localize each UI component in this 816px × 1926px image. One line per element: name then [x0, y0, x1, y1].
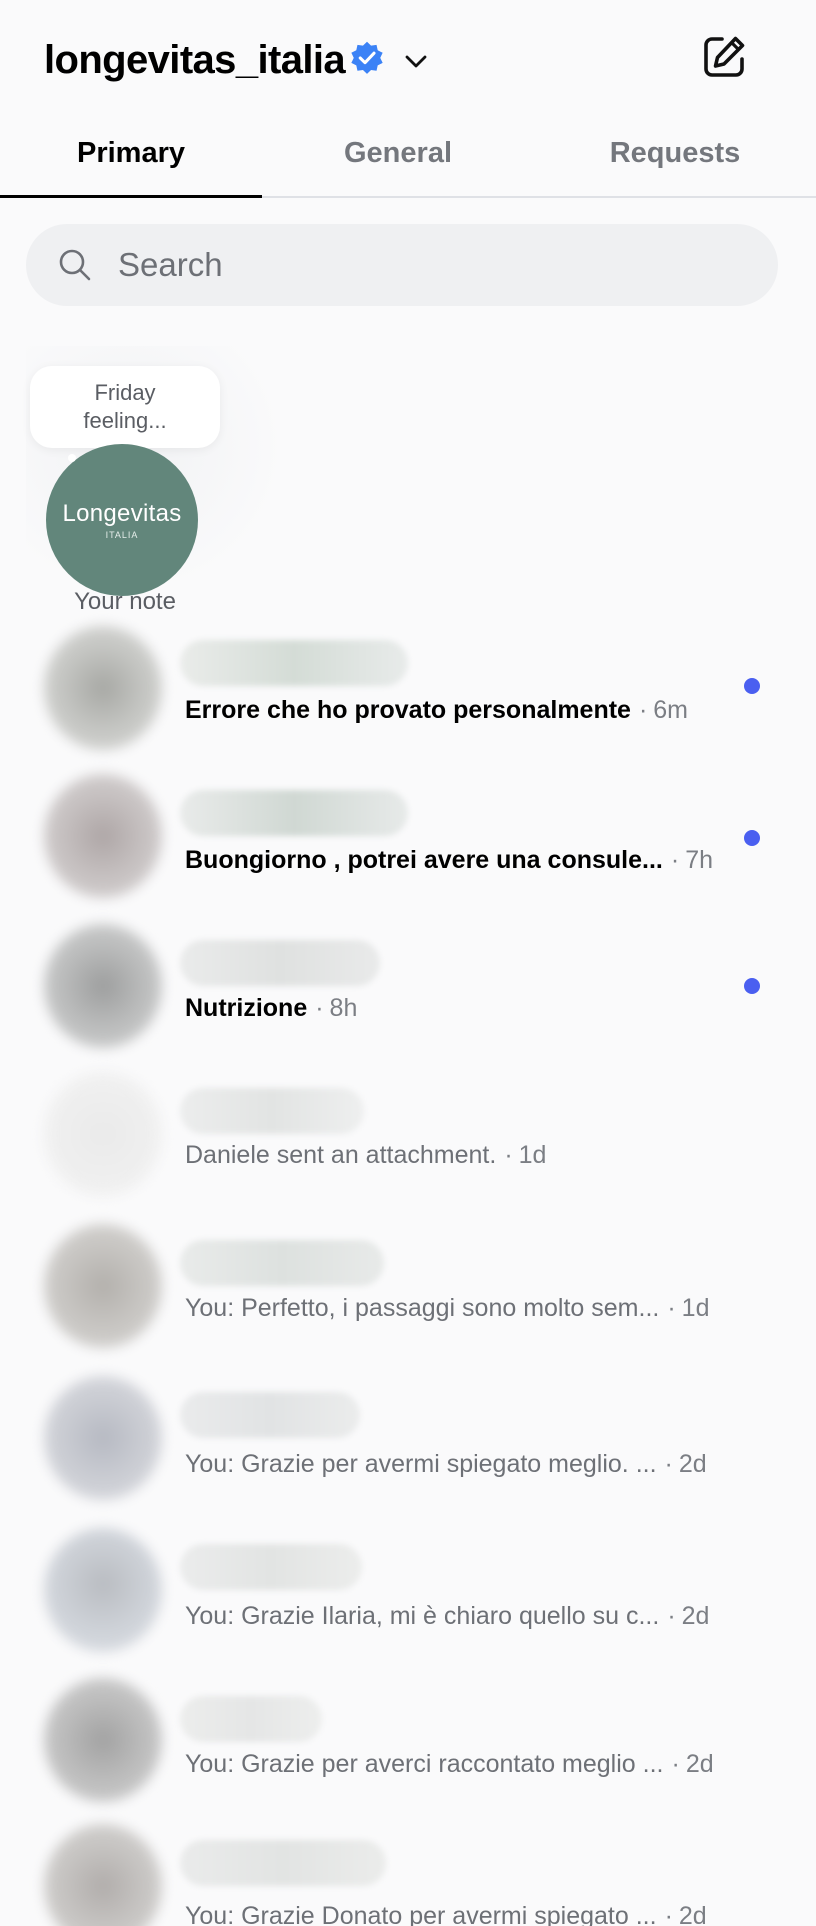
thread-preview: Daniele sent an attachment. · 1d [185, 1141, 547, 1169]
thread-time: 2d [685, 1750, 714, 1778]
redacted-name [180, 1696, 322, 1742]
thread-preview: Errore che ho provato personalmente · 6m [185, 696, 689, 724]
account-switcher[interactable]: longevitas_italia [44, 36, 429, 84]
verified-badge-icon [351, 41, 383, 74]
thread-time: 1d [518, 1141, 547, 1169]
thread-row[interactable]: Daniele sent an attachment. · 1d [0, 1072, 816, 1202]
your-note[interactable]: Friday feeling... Longevitas ITALIA Your… [26, 346, 286, 616]
note-bubble[interactable]: Friday feeling... [30, 366, 220, 448]
preview-text: You: Grazie Ilaria, mi è chiaro quello s… [185, 1602, 660, 1630]
note-tail-dot [68, 454, 76, 462]
thread-time: 8h [329, 994, 358, 1022]
thread-row[interactable]: You: Grazie Donato per avermi spiegato .… [0, 1824, 816, 1926]
search-bar[interactable] [26, 224, 778, 306]
avatar [44, 1376, 162, 1500]
thread-time: 2d [678, 1450, 707, 1478]
avatar [44, 626, 162, 750]
header: longevitas_italia [0, 0, 816, 110]
thread-time: 1d [681, 1294, 710, 1322]
avatar [44, 1072, 162, 1196]
avatar [44, 774, 162, 898]
redacted-name [180, 790, 408, 836]
inbox-screen: longevitas_italia Primary General Reques… [0, 0, 816, 1926]
thread-row[interactable]: Errore che ho provato personalmente · 6m [0, 626, 816, 756]
note-label: Your note [74, 588, 176, 615]
avatar [44, 1224, 162, 1348]
preview-text: Errore che ho provato personalmente [185, 696, 631, 724]
preview-text: You: Grazie Donato per avermi spiegato .… [185, 1902, 657, 1926]
thread-row[interactable]: You: Perfetto, i passaggi sono molto sem… [0, 1224, 816, 1354]
avatar [44, 1824, 162, 1926]
account-name: longevitas_italia [44, 38, 346, 82]
redacted-name [180, 1240, 384, 1286]
chevron-down-icon [405, 55, 427, 68]
unread-dot [744, 830, 760, 846]
thread-preview: You: Perfetto, i passaggi sono molto sem… [185, 1294, 710, 1322]
avatar [44, 924, 162, 1048]
redacted-name [180, 1088, 364, 1134]
thread-preview: You: Grazie per averci raccontato meglio… [185, 1750, 714, 1778]
preview-text: Daniele sent an attachment. [185, 1141, 497, 1169]
tab-general[interactable]: General [262, 120, 534, 196]
redacted-name [180, 640, 408, 686]
tab-requests[interactable]: Requests [534, 120, 816, 196]
note-text-line2: feeling... [83, 408, 167, 433]
redacted-name [180, 1544, 362, 1590]
preview-text: You: Grazie per avermi spiegato meglio. … [185, 1450, 657, 1478]
thread-preview: You: Grazie per avermi spiegato meglio. … [185, 1450, 707, 1478]
inbox-tabs: Primary General Requests [0, 120, 816, 198]
thread-row[interactable]: You: Grazie Ilaria, mi è chiaro quello s… [0, 1528, 816, 1658]
thread-preview: Nutrizione · 8h [185, 994, 358, 1022]
compose-icon[interactable] [700, 33, 748, 81]
redacted-name [180, 1392, 360, 1438]
avatar-brand-logo: Longevitas [62, 500, 182, 527]
thread-preview: You: Grazie Donato per avermi spiegato .… [185, 1900, 707, 1926]
redacted-name [180, 1840, 386, 1886]
note-avatar[interactable]: Longevitas ITALIA [46, 444, 198, 596]
thread-row[interactable]: Nutrizione · 8h [0, 924, 816, 1054]
unread-dot [744, 978, 760, 994]
thread-time: 7h [685, 846, 713, 874]
redacted-name [180, 940, 380, 986]
thread-preview: You: Grazie Ilaria, mi è chiaro quello s… [185, 1602, 710, 1630]
avatar-brand-sub: ITALIA [105, 530, 139, 540]
thread-row[interactable]: You: Grazie per averci raccontato meglio… [0, 1678, 816, 1808]
avatar [44, 1528, 162, 1652]
tab-primary[interactable]: Primary [0, 120, 262, 198]
avatar [44, 1678, 162, 1802]
thread-row[interactable]: Buongiorno , potrei avere una consule...… [0, 774, 816, 904]
preview-text: You: Perfetto, i passaggi sono molto sem… [185, 1294, 660, 1322]
thread-time: 6m [653, 696, 689, 724]
thread-row[interactable]: You: Grazie per avermi spiegato meglio. … [0, 1376, 816, 1506]
preview-text: Buongiorno , potrei avere una consule... [185, 846, 663, 874]
search-input[interactable] [118, 246, 718, 284]
search-icon [59, 249, 91, 281]
unread-dot [744, 678, 760, 694]
note-text-line1: Friday [94, 380, 156, 405]
preview-text: You: Grazie per averci raccontato meglio… [185, 1750, 664, 1778]
thread-preview: Buongiorno , potrei avere una consule...… [185, 846, 713, 874]
thread-time: 2d [678, 1902, 707, 1926]
thread-time: 2d [681, 1602, 710, 1630]
preview-text: Nutrizione [185, 994, 308, 1022]
